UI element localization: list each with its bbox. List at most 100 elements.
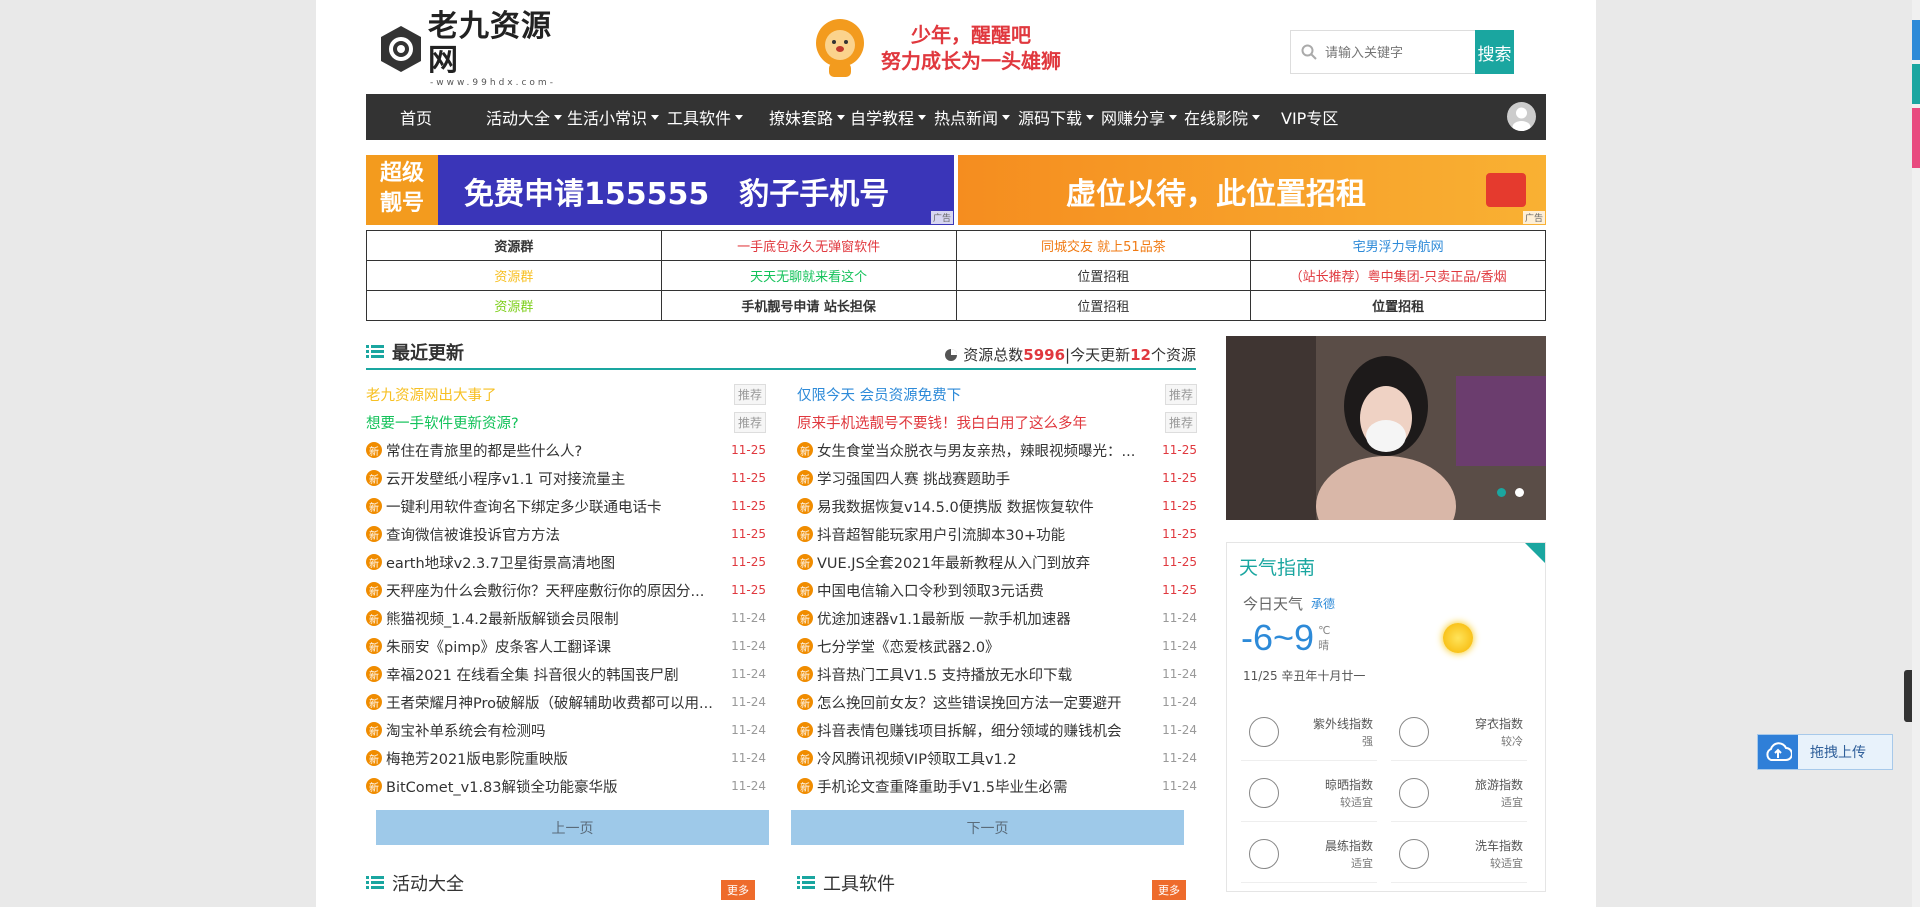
- list-item[interactable]: 新七分学堂《恋爱核武器2.0》 11-24: [797, 632, 1197, 660]
- featured-carousel[interactable]: [1226, 336, 1546, 520]
- pinned-item[interactable]: 老九资源网出大事了 推荐: [366, 380, 766, 408]
- list-item[interactable]: 新学习强国四人赛 挑战赛题助手 11-25: [797, 464, 1197, 492]
- list-item[interactable]: 新怎么挽回前女友？这些错误挽回方法一定要避开 11-24: [797, 688, 1197, 716]
- weather-index: 穿衣指数 较冷: [1391, 703, 1527, 761]
- item-date: 11-24: [1162, 611, 1197, 625]
- pinned-item[interactable]: 仅限今天 会员资源免费下 推荐: [797, 380, 1197, 408]
- new-badge: 新: [797, 750, 813, 766]
- friend-link[interactable]: 同城交友 就上51品茶: [955, 230, 1252, 261]
- friend-link[interactable]: 宅男浮力导航网: [1250, 230, 1546, 261]
- list-item[interactable]: 新天秤座为什么会敷衍你？天秤座敷衍你的原因分... 11-25: [366, 576, 766, 604]
- list-item[interactable]: 新手机论文查重降重助手V1.5毕业生必需 11-24: [797, 772, 1197, 800]
- list-item[interactable]: 新幸福2021 在线看全集 抖音很火的韩国丧尸剧 11-24: [366, 660, 766, 688]
- new-badge: 新: [366, 778, 382, 794]
- list-item[interactable]: 新王者荣耀月神Pro破解版（破解辅助收费都可以用... 11-24: [366, 688, 766, 716]
- pinned-item[interactable]: 想要一手软件更新资源? 推荐: [366, 408, 766, 436]
- list-item[interactable]: 新淘宝补单系统会有检测吗 11-24: [366, 716, 766, 744]
- list-item[interactable]: 新云开发壁纸小程序v1.1 可对接流量主 11-25: [366, 464, 766, 492]
- list-item[interactable]: 新 VUE.JS全套2021年最新教程从入门到放弃 11-25: [797, 548, 1197, 576]
- nav-item-1[interactable]: 活动大全: [486, 94, 563, 140]
- new-badge: 新: [797, 778, 813, 794]
- index-name: 穿衣指数: [1474, 717, 1523, 731]
- nav-label: 首页: [400, 109, 433, 128]
- site-logo[interactable]: 老九资源网 -www.99hdx.com-: [378, 10, 558, 88]
- user-avatar[interactable]: [1507, 102, 1536, 131]
- list-item[interactable]: 新梅艳芳2021版电影院重映版 11-24: [366, 744, 766, 772]
- search-button[interactable]: 搜索: [1475, 30, 1514, 74]
- item-date: 11-24: [731, 779, 766, 793]
- ad-gift-icon: [1486, 173, 1526, 207]
- list-item[interactable]: 新优途加速器v1.1最新版 一款手机加速器 11-24: [797, 604, 1197, 632]
- scrollbar[interactable]: [1912, 0, 1920, 907]
- item-date: 11-24: [731, 723, 766, 737]
- list-item[interactable]: 新常住在青旅里的都是些什么人? 11-25: [366, 436, 766, 464]
- list-item[interactable]: 新抖音表情包赚钱项目拆解，细分领域的赚钱机会 11-24: [797, 716, 1197, 744]
- friend-link[interactable]: 资源群: [366, 290, 662, 321]
- list-item[interactable]: 新 BitComet_v1.83解锁全功能豪华版 11-24: [366, 772, 766, 800]
- carousel-dot-2[interactable]: [1515, 488, 1524, 497]
- nav-item-8[interactable]: 网赚分享: [1101, 94, 1178, 140]
- drag-upload-button[interactable]: 拖拽上传: [1757, 734, 1893, 770]
- nav-item-7[interactable]: 源码下载: [1018, 94, 1095, 140]
- list-item[interactable]: 新冷风腾讯视频VIP领取工具v1.2 11-24: [797, 744, 1197, 772]
- nav-item-0[interactable]: 首页: [400, 94, 432, 140]
- ad-banner-rent[interactable]: 虚位以待，此位置招租 广告: [958, 155, 1546, 225]
- friend-links-table: 资源群 一手底包永久无弹窗软件 同城交友 就上51品茶 宅男浮力导航网 资源群 天天无聊就…: [366, 230, 1546, 321]
- stats-prefix: 资源总数: [963, 346, 1024, 364]
- nav-item-3[interactable]: 工具软件: [667, 94, 744, 140]
- list-item[interactable]: 新查询微信被谁投诉官方方法 11-25: [366, 520, 766, 548]
- list-item[interactable]: 新抖音热门工具V1.5 支持播放无水印下载 11-24: [797, 660, 1197, 688]
- nav-item-6[interactable]: 热点新闻: [934, 94, 1011, 140]
- pie-chart-icon: [945, 348, 958, 361]
- ad-badge-line-2: 靓号: [379, 191, 424, 216]
- list-item[interactable]: 新易我数据恢复v14.5.0便携版 数据恢复软件 11-25: [797, 492, 1197, 520]
- item-date: 11-25: [1162, 499, 1197, 513]
- prev-page-button[interactable]: 上一页: [376, 810, 769, 845]
- weather-city[interactable]: 承德: [1311, 595, 1335, 612]
- friend-link[interactable]: （站长推荐）粤中集团-只卖正品/香烟: [1250, 260, 1546, 291]
- list-item[interactable]: 新熊猫视频_1.4.2最新版解锁会员限制 11-24: [366, 604, 766, 632]
- new-badge: 新: [797, 526, 813, 542]
- item-date: 11-25: [731, 499, 766, 513]
- new-badge: 新: [797, 498, 813, 514]
- weather-index-icon: [1249, 717, 1279, 747]
- stats-total: 5996: [1023, 345, 1066, 364]
- ad-banner-phone-number[interactable]: 超级 靓号 免费申请155555 豹子手机号 广告: [366, 155, 954, 225]
- friend-link[interactable]: 资源群: [366, 260, 662, 291]
- list-item[interactable]: 新一键利用软件查询名下绑定多少联通电话卡 11-25: [366, 492, 766, 520]
- friend-link[interactable]: 天天无聊就来看这个: [660, 260, 957, 291]
- tools-more-button[interactable]: 更多: [1152, 880, 1186, 900]
- weather-index: 旅游指数 适宜: [1391, 764, 1527, 822]
- friend-link[interactable]: 一手底包永久无弹窗软件: [660, 230, 957, 261]
- list-item[interactable]: 新中国电信输入口令秒到领取3元话费 11-25: [797, 576, 1197, 604]
- next-page-button[interactable]: 下一页: [791, 810, 1184, 845]
- activities-more-button[interactable]: 更多: [721, 880, 755, 900]
- nav-item-9[interactable]: 在线影院: [1184, 94, 1261, 140]
- friend-link[interactable]: 位置招租: [955, 290, 1252, 321]
- list-item[interactable]: 新朱丽安《pimp》皮条客人工翻译课 11-24: [366, 632, 766, 660]
- pinned-item[interactable]: 原来手机选靓号不要钱！我白白用了这么多年 推荐: [797, 408, 1197, 436]
- list-item[interactable]: 新 earth地球v2.3.7卫星街景高清地图 11-25: [366, 548, 766, 576]
- nav-item-4[interactable]: 撩妹套路: [769, 94, 846, 140]
- nav-item-5[interactable]: 自学教程: [850, 94, 927, 140]
- item-date: 11-25: [1162, 583, 1197, 597]
- list-item[interactable]: 新抖音超智能玩家用户引流脚本30+功能 11-25: [797, 520, 1197, 548]
- friend-link[interactable]: 手机靓号申请 站长担保: [660, 290, 957, 321]
- carousel-dot-1[interactable]: [1497, 488, 1506, 497]
- friend-link[interactable]: 位置招租: [955, 260, 1252, 291]
- weather-index-icon: [1399, 717, 1429, 747]
- new-badge: 新: [797, 666, 813, 682]
- recent-updates-header: 最近更新 资源总数 5996 |今天更新 12 个资源: [366, 336, 1196, 370]
- nav-item-2[interactable]: 生活小常识: [567, 94, 660, 140]
- item-title: 常住在青旅里的都是些什么人?: [386, 443, 583, 460]
- new-badge: 新: [797, 694, 813, 710]
- recommend-badge: 推荐: [1164, 383, 1197, 405]
- nav-item-10[interactable]: VIP专区: [1281, 94, 1338, 140]
- new-badge: 新: [366, 554, 382, 570]
- friend-link[interactable]: 资源群: [366, 230, 662, 261]
- new-badge: 新: [366, 442, 382, 458]
- list-item[interactable]: 新女生食堂当众脱衣与男友亲热，辣眼视频曝光：... 11-25: [797, 436, 1197, 464]
- item-date: 11-24: [1162, 723, 1197, 737]
- friend-link[interactable]: 位置招租: [1250, 290, 1546, 321]
- search-input[interactable]: [1325, 44, 1475, 60]
